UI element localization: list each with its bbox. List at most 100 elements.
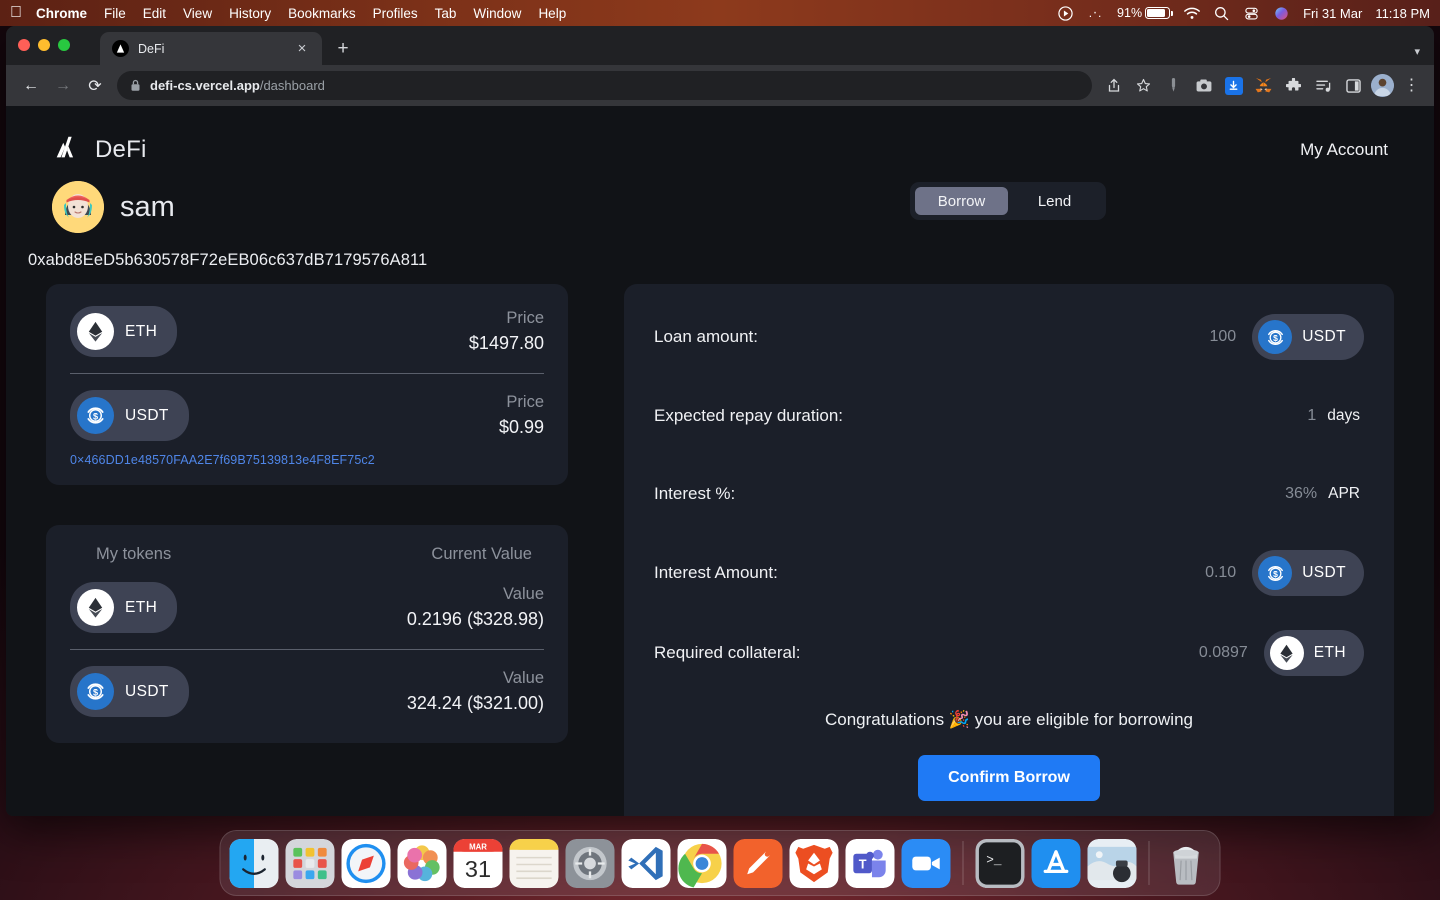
extensions-puzzle-icon[interactable]: [1281, 73, 1306, 98]
dock-item-vscode[interactable]: [621, 838, 671, 888]
token-pill-eth[interactable]: ETH: [70, 306, 178, 357]
menu-item-view[interactable]: View: [183, 6, 212, 21]
dock-item-photos[interactable]: [397, 838, 447, 888]
token-pill-usdt[interactable]: $ USDT: [70, 390, 189, 441]
dock-item-safari[interactable]: [341, 838, 391, 888]
wifi-icon[interactable]: [1183, 5, 1200, 22]
maximize-window-button[interactable]: [58, 39, 70, 51]
defi-dashboard-page: DeFi My Account sam 0xabd8EeD5b630578F72…: [6, 106, 1434, 816]
dock-item-calendar[interactable]: MAR 31: [453, 838, 503, 888]
menubar-time[interactable]: 11:18 PM: [1375, 6, 1430, 21]
token-pill-usdt[interactable]: $ USDT: [70, 666, 189, 717]
dock-item-trash[interactable]: [1162, 839, 1211, 888]
dock-item-postman[interactable]: [733, 838, 783, 888]
window-traffic-lights[interactable]: [18, 39, 70, 51]
token-selector-eth[interactable]: ETH: [1263, 630, 1364, 676]
loan-amount-input[interactable]: 100: [1210, 328, 1237, 346]
bookmark-star-icon[interactable]: [1131, 73, 1156, 98]
url-path: /dashboard: [259, 78, 325, 93]
side-panel-icon[interactable]: [1341, 73, 1366, 98]
menu-item-bookmarks[interactable]: Bookmarks: [288, 6, 356, 21]
dock-item-zoom[interactable]: [901, 838, 951, 888]
duration-unit: days: [1327, 407, 1360, 424]
reading-list-icon[interactable]: [1311, 73, 1336, 98]
dock-item-launchpad[interactable]: [285, 838, 335, 888]
reload-button[interactable]: ⟳: [80, 71, 110, 101]
search-icon[interactable]: [1213, 5, 1230, 22]
control-center-icon[interactable]: [1243, 5, 1260, 22]
menu-item-chrome[interactable]: Chrome: [36, 6, 87, 21]
chrome-browser-window: DeFi × + ▾ ← → ⟳ defi-cs.vercel.app/dash…: [6, 26, 1434, 816]
close-tab-button[interactable]: ×: [291, 38, 313, 60]
lock-icon: [130, 79, 141, 92]
dots-status-icon[interactable]: .‧.: [1087, 5, 1104, 22]
dock-item-system-settings[interactable]: [565, 838, 615, 888]
svg-text:T: T: [859, 856, 867, 871]
tab-lend[interactable]: Lend: [1008, 187, 1101, 215]
dock-item-chrome[interactable]: [677, 838, 727, 888]
price-label: Price: [506, 308, 544, 327]
minimize-window-button[interactable]: [38, 39, 50, 51]
download-extension-icon[interactable]: [1221, 73, 1246, 98]
menu-kebab-icon[interactable]: ⋮: [1399, 73, 1424, 98]
camera-icon[interactable]: [1191, 73, 1216, 98]
row-label: Loan amount:: [654, 327, 758, 346]
address-bar[interactable]: defi-cs.vercel.app/dashboard: [117, 71, 1092, 100]
browser-tab-defi[interactable]: DeFi ×: [100, 32, 322, 65]
price-value: $1497.80: [468, 332, 544, 353]
value-label: Value: [503, 668, 544, 687]
repay-duration-input[interactable]: 1: [1307, 407, 1316, 425]
user-avatar[interactable]: [52, 181, 104, 233]
price-values-usdt: Price $0.99: [499, 391, 544, 440]
menu-item-history[interactable]: History: [229, 6, 271, 21]
profile-avatar-icon[interactable]: [1371, 74, 1394, 97]
apple-logo-icon[interactable]: : [10, 5, 22, 21]
dock-item-terminal[interactable]: >_: [975, 838, 1025, 888]
close-window-button[interactable]: [18, 39, 30, 51]
tab-borrow[interactable]: Borrow: [915, 187, 1008, 215]
record-icon[interactable]: [1057, 5, 1074, 22]
browser-tab-strip: DeFi × + ▾: [6, 26, 1434, 65]
confirm-borrow-button[interactable]: Confirm Borrow: [918, 755, 1100, 801]
metamask-icon[interactable]: [1251, 73, 1276, 98]
mode-toggle-wrap: Borrow Lend: [910, 182, 1106, 220]
menu-item-profiles[interactable]: Profiles: [373, 6, 418, 21]
battery-status[interactable]: 91%: [1117, 6, 1173, 20]
token-selector-usdt[interactable]: $ USDT: [1252, 314, 1364, 360]
dock-item-teams[interactable]: T: [845, 838, 895, 888]
siri-icon[interactable]: [1273, 5, 1290, 22]
my-tokens-card: My tokens Current Value ETH Value 0.2196…: [46, 525, 568, 743]
token-selector-usdt[interactable]: $ USDT: [1252, 550, 1364, 596]
menubar-date[interactable]: Fri 31 Mar: [1303, 6, 1362, 21]
row-loan-amount: Loan amount: 100 $ USDT: [654, 314, 1364, 360]
dock-item-preview[interactable]: [1087, 838, 1137, 888]
dock-item-app-store[interactable]: [1031, 838, 1081, 888]
token-symbol: USDT: [125, 682, 169, 700]
forward-button[interactable]: →: [48, 71, 78, 101]
menu-item-help[interactable]: Help: [538, 6, 566, 21]
pen-icon[interactable]: [1161, 73, 1186, 98]
share-icon[interactable]: [1101, 73, 1126, 98]
dock-item-finder[interactable]: [229, 838, 279, 888]
wallet-address[interactable]: 0xabd8EeD5b630578F72eEB06c637dB7179576A8…: [6, 233, 1434, 270]
dock-item-notes[interactable]: [509, 838, 559, 888]
brand[interactable]: DeFi: [52, 132, 146, 167]
usdt-contract-address-link[interactable]: 0×466DD1e48570FAA2E7f69B75139813e4F8EF75…: [70, 453, 544, 467]
svg-text:>_: >_: [986, 852, 1002, 867]
menu-item-edit[interactable]: Edit: [143, 6, 166, 21]
token-pill-eth[interactable]: ETH: [70, 582, 178, 633]
svg-text:$: $: [1273, 333, 1278, 343]
back-button[interactable]: ←: [16, 71, 46, 101]
token-symbol: USDT: [1302, 328, 1346, 345]
card-divider: [70, 649, 544, 650]
menu-item-window[interactable]: Window: [473, 6, 521, 21]
price-row-usdt: $ USDT Price $0.99: [70, 390, 544, 441]
menu-item-tab[interactable]: Tab: [435, 6, 457, 21]
my-account-link[interactable]: My Account: [1300, 140, 1388, 160]
tab-search-chevron-icon[interactable]: ▾: [1414, 45, 1420, 58]
usdt-icon: $: [77, 397, 114, 434]
menu-item-file[interactable]: File: [104, 6, 126, 21]
new-tab-button[interactable]: +: [332, 38, 354, 60]
prices-card: ETH Price $1497.80 $ USDT Price $0.99 0×…: [46, 284, 568, 485]
dock-item-brave[interactable]: [789, 838, 839, 888]
